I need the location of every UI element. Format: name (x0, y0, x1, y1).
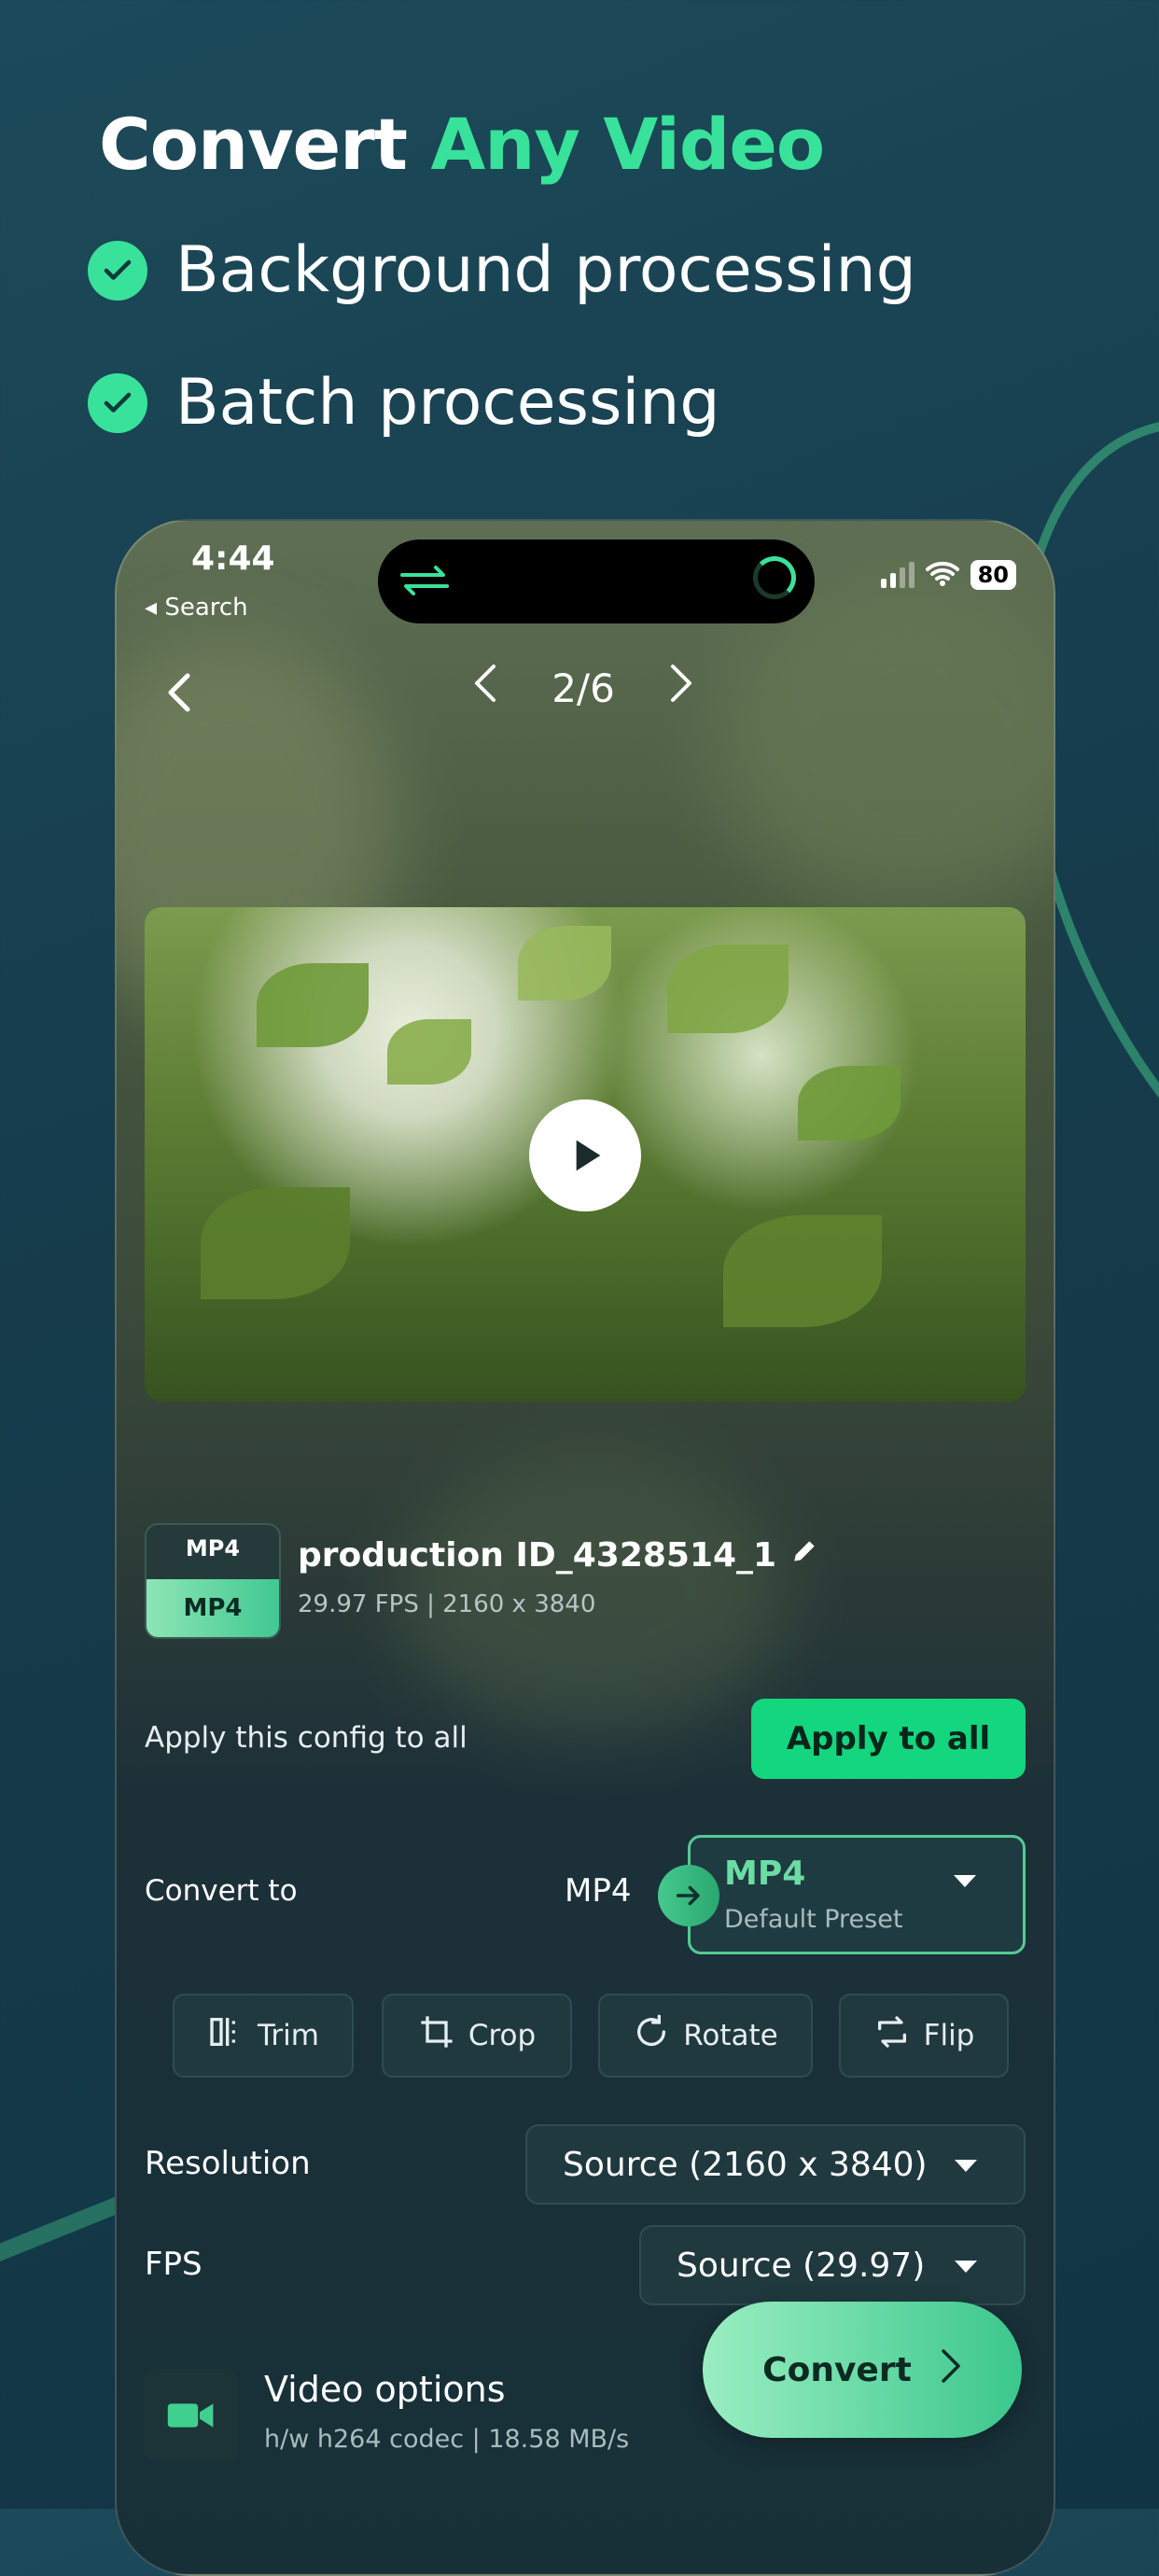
wifi-icon (925, 560, 959, 590)
format-badge: MP4 MP4 (145, 1523, 281, 1639)
arrow-right-icon (658, 1865, 719, 1926)
pager: 2/6 (471, 663, 695, 713)
rotate-icon (633, 2013, 670, 2058)
preset-name: Default Preset (724, 1905, 903, 1934)
swap-arrows-icon (397, 560, 453, 605)
foliage-shape (723, 1215, 882, 1327)
foliage-shape (257, 963, 369, 1047)
foliage-shape (387, 1019, 471, 1085)
previous-chevron-icon[interactable] (471, 663, 499, 713)
convert-source-format: MP4 (565, 1872, 632, 1910)
dropdown-caret-icon (954, 1875, 976, 1887)
resolution-dropdown[interactable]: Source (2160 x 3840) (525, 2124, 1026, 2205)
crop-icon (418, 2013, 455, 2058)
promo-headline: Convert Any Video (99, 103, 825, 186)
status-indicators: 80 (880, 560, 1016, 590)
play-button[interactable] (529, 1099, 641, 1211)
rotate-label: Rotate (683, 2019, 778, 2052)
status-time: 4:44 (191, 539, 275, 578)
rotate-button[interactable]: Rotate (598, 1994, 813, 2078)
video-camera-icon (145, 2369, 238, 2462)
convert-label: Convert (762, 2350, 912, 2389)
crop-label: Crop (468, 2019, 537, 2052)
feature-label: Batch processing (175, 366, 720, 440)
apply-config-label: Apply this config to all (145, 1721, 468, 1755)
trim-label: Trim (258, 2019, 319, 2052)
chevron-right-icon (940, 2347, 962, 2393)
fps-dropdown[interactable]: Source (29.97) (639, 2225, 1026, 2305)
headline-part1: Convert (99, 103, 408, 186)
foliage-shape (518, 926, 611, 1001)
battery-level: 80 (970, 560, 1016, 590)
flip-icon (873, 2013, 911, 2058)
fps-label: FPS (145, 2246, 202, 2283)
back-to-search-link[interactable]: ◂ Search (145, 594, 248, 622)
feature-label: Background processing (175, 233, 916, 307)
dropdown-caret-icon (955, 2160, 977, 2172)
headline-accent: Any Video (430, 103, 825, 186)
edit-pencil-icon[interactable] (789, 1536, 819, 1575)
file-metadata: 29.97 FPS | 2160 x 3840 (298, 1590, 596, 1618)
progress-ring-icon (753, 556, 796, 599)
dynamic-island (378, 539, 815, 623)
foliage-shape (798, 1066, 901, 1141)
foliage-shape (667, 945, 789, 1033)
trim-icon (207, 2013, 244, 2058)
resolution-value: Source (2160 x 3840) (563, 2145, 928, 2184)
preset-format: MP4 (724, 1855, 806, 1893)
convert-to-label: Convert to (145, 1874, 298, 1908)
resolution-label: Resolution (145, 2145, 311, 2182)
output-preset-dropdown[interactable]: MP4 Default Preset (688, 1835, 1026, 1954)
play-icon (576, 1140, 601, 1171)
page-indicator: 2/6 (552, 665, 615, 711)
check-icon (88, 372, 147, 433)
trim-button[interactable]: Trim (173, 1994, 354, 2078)
dropdown-caret-icon (955, 2261, 977, 2273)
file-name-row[interactable]: production ID_4328514_1 (298, 1536, 819, 1575)
crop-button[interactable]: Crop (382, 1994, 572, 2078)
check-icon (88, 240, 147, 301)
flip-label: Flip (923, 2019, 975, 2052)
feature-item: Background processing (88, 233, 916, 307)
target-format: MP4 (147, 1579, 279, 1637)
convert-button[interactable]: Convert (703, 2302, 1022, 2438)
feature-item: Batch processing (88, 366, 720, 440)
next-chevron-icon[interactable] (667, 663, 695, 713)
apply-to-all-button[interactable]: Apply to all (751, 1699, 1026, 1779)
video-options-title[interactable]: Video options (264, 2369, 506, 2410)
video-preview[interactable] (145, 907, 1026, 1402)
file-name: production ID_4328514_1 (298, 1536, 777, 1575)
flip-button[interactable]: Flip (839, 1994, 1009, 2078)
background-blur (714, 577, 1054, 913)
fps-value: Source (29.97) (677, 2246, 926, 2285)
back-chevron-icon[interactable] (165, 672, 193, 717)
video-options-meta: h/w h264 codec | 18.58 MB/s (264, 2425, 630, 2454)
foliage-shape (201, 1187, 350, 1299)
phone-screen: 4:44 ◂ Search 80 2/6 MP4 MP4 production … (115, 519, 1055, 2576)
source-format: MP4 (185, 1535, 241, 1561)
signal-icon (880, 562, 915, 588)
